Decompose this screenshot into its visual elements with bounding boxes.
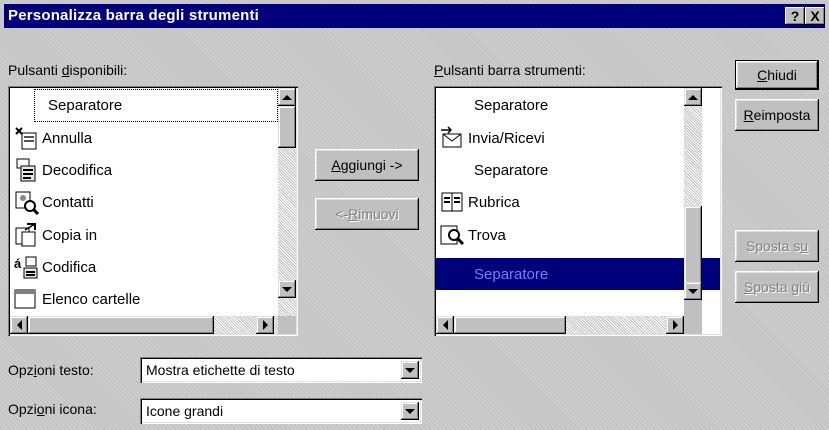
- list-item[interactable]: Contatti: [12, 186, 262, 218]
- list-item[interactable]: Copia in: [12, 219, 262, 251]
- list-item[interactable]: Separatore: [438, 154, 720, 186]
- add-button[interactable]: Aggiungi ->: [315, 149, 419, 181]
- chevron-down-icon[interactable]: [401, 361, 419, 379]
- move-down-button[interactable]: Sposta giù: [735, 271, 819, 303]
- scroll-left-button[interactable]: [10, 316, 28, 334]
- list-item-label: Invia/Ricevi: [468, 129, 545, 147]
- reset-button[interactable]: Reimposta: [735, 99, 819, 131]
- list-item-label: Elenco cartelle: [42, 290, 141, 308]
- help-button[interactable]: ?: [785, 7, 805, 25]
- list-item-label: Rubrica: [468, 193, 520, 211]
- scroll-right-button[interactable]: [666, 316, 684, 334]
- list-item-label: Separatore: [474, 161, 549, 179]
- scroll-up-button[interactable]: [278, 88, 296, 106]
- close-button[interactable]: Chiudi: [735, 60, 819, 90]
- scroll-down-button[interactable]: [278, 280, 296, 298]
- scroll-left-button[interactable]: [436, 316, 454, 334]
- list-item-label: Codifica: [42, 258, 97, 276]
- scroll-down-button[interactable]: [684, 282, 702, 300]
- list-item[interactable]: Invia/Ricevi: [438, 122, 684, 154]
- move-up-button[interactable]: Sposta su: [735, 230, 819, 262]
- toolbar-buttons-list[interactable]: Separatore Invia/Ricevi Separatore Rubri…: [434, 86, 722, 336]
- list-item[interactable]: Trova: [438, 219, 684, 251]
- scroll-thumb[interactable]: [28, 316, 214, 334]
- scroll-up-button[interactable]: [684, 88, 702, 106]
- customize-toolbar-dialog: Personalizza barra degli strumenti ? X P…: [0, 0, 829, 430]
- list-item[interactable]: Rubrica: [438, 186, 684, 218]
- scrollbar-corner: [684, 300, 702, 334]
- icon-options-value: Icone grandi: [146, 403, 224, 419]
- remove-button[interactable]: <- Rimuovi: [315, 198, 419, 230]
- address-book-icon: [438, 188, 466, 216]
- list-item[interactable]: Separatore: [438, 89, 720, 121]
- list-item[interactable]: á Codifica: [12, 251, 262, 283]
- scroll-right-button[interactable]: [256, 316, 274, 334]
- scrollbar-corner: [278, 316, 296, 334]
- vertical-scrollbar[interactable]: [278, 88, 296, 316]
- list-item[interactable]: Annulla: [12, 122, 262, 154]
- toolbar-buttons-label: Pulsanti barra strumenti:: [434, 62, 586, 78]
- horizontal-scrollbar[interactable]: [436, 316, 684, 334]
- scroll-thumb[interactable]: [454, 316, 566, 334]
- text-options-select[interactable]: Mostra etichette di testo: [140, 357, 422, 383]
- list-item-label: Contatti: [42, 193, 94, 211]
- scroll-thumb[interactable]: [278, 106, 296, 148]
- close-window-button[interactable]: X: [805, 7, 825, 25]
- list-item-label: Annulla: [42, 129, 93, 147]
- icon-options-select[interactable]: Icone grandi: [140, 398, 422, 424]
- list-item[interactable]: Separatore: [12, 89, 298, 121]
- icon-options-label: Opzioni icona:: [8, 401, 97, 417]
- list-item-label: Separatore: [474, 265, 549, 283]
- dialog-title: Personalizza barra degli strumenti: [8, 7, 260, 24]
- available-buttons-list[interactable]: Separatore Annulla Decodifica Contatti C…: [8, 86, 298, 336]
- horizontal-scrollbar[interactable]: [10, 316, 278, 334]
- undo-icon: [12, 124, 40, 152]
- available-buttons-label: Pulsanti disponibili:: [8, 62, 128, 78]
- list-item-label: Decodifica: [42, 161, 113, 179]
- scroll-thumb[interactable]: [684, 206, 702, 286]
- decode-icon: [12, 156, 40, 184]
- vertical-scrollbar[interactable]: [684, 88, 702, 300]
- list-item-label: Separatore: [48, 96, 123, 114]
- list-item-label: Trova: [468, 226, 506, 244]
- contacts-icon: [12, 188, 40, 216]
- list-item-label: Copia in: [42, 226, 98, 244]
- list-item[interactable]: Decodifica: [12, 154, 262, 186]
- copy-to-icon: [12, 221, 40, 249]
- svg-text:á: á: [14, 256, 22, 271]
- list-item-label: Separatore: [474, 96, 549, 114]
- list-item-selected[interactable]: Separatore: [436, 258, 720, 290]
- text-options-label: Opzioni testo:: [8, 362, 94, 378]
- folder-list-icon: [12, 285, 40, 313]
- send-receive-icon: [438, 124, 466, 152]
- encode-icon: á: [12, 253, 40, 281]
- title-bar[interactable]: Personalizza barra degli strumenti ? X: [4, 4, 825, 28]
- chevron-down-icon[interactable]: [401, 402, 419, 420]
- list-item[interactable]: Elenco cartelle: [12, 283, 262, 315]
- find-icon: [438, 221, 466, 249]
- text-options-value: Mostra etichette di testo: [146, 362, 295, 378]
